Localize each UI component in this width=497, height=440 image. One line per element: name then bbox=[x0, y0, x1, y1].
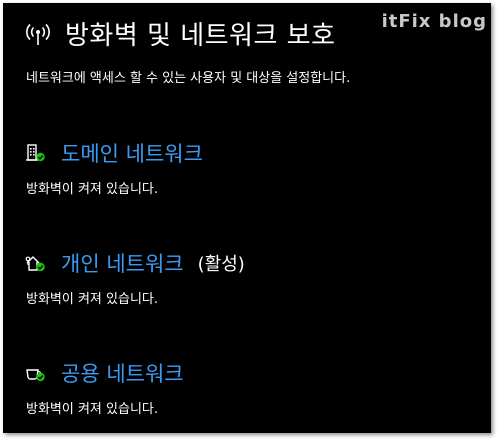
public-network-link[interactable]: 공용 네트워크 bbox=[61, 358, 184, 388]
active-network-label: (활성) bbox=[197, 254, 245, 275]
page-header: 방화벽 및 네트워크 보호 bbox=[25, 15, 336, 52]
domain-network-section: 도메인 네트워크 방화벽이 켜져 있습니다. bbox=[25, 138, 203, 197]
private-network-section: 개인 네트워크 (활성) 방화벽이 켜져 있습니다. bbox=[25, 248, 245, 307]
domain-network-link[interactable]: 도메인 네트워크 bbox=[61, 138, 203, 168]
page-description: 네트워크에 액세스 할 수 있는 사용자 및 대상을 설정합니다. bbox=[26, 71, 351, 86]
firewall-network-protection-panel: 방화벽 및 네트워크 보호 itFix blog 네트워크에 액세스 할 수 있… bbox=[3, 3, 491, 433]
public-network-status: 방화벽이 켜져 있습니다. bbox=[26, 402, 158, 417]
private-network-status: 방화벽이 켜져 있습니다. bbox=[26, 292, 158, 307]
domain-network-status: 방화벽이 켜져 있습니다. bbox=[26, 182, 158, 197]
page-title: 방화벽 및 네트워크 보호 bbox=[65, 21, 336, 51]
public-network-section: 공용 네트워크 방화벽이 켜져 있습니다. bbox=[25, 358, 184, 417]
blog-watermark: itFix blog bbox=[381, 11, 487, 32]
private-network-link[interactable]: 개인 네트워크 bbox=[61, 248, 184, 278]
public-coffee-cup-icon bbox=[26, 369, 45, 382]
domain-building-icon bbox=[26, 144, 45, 162]
wireless-antenna-icon bbox=[26, 23, 50, 45]
private-home-icon bbox=[25, 256, 45, 272]
